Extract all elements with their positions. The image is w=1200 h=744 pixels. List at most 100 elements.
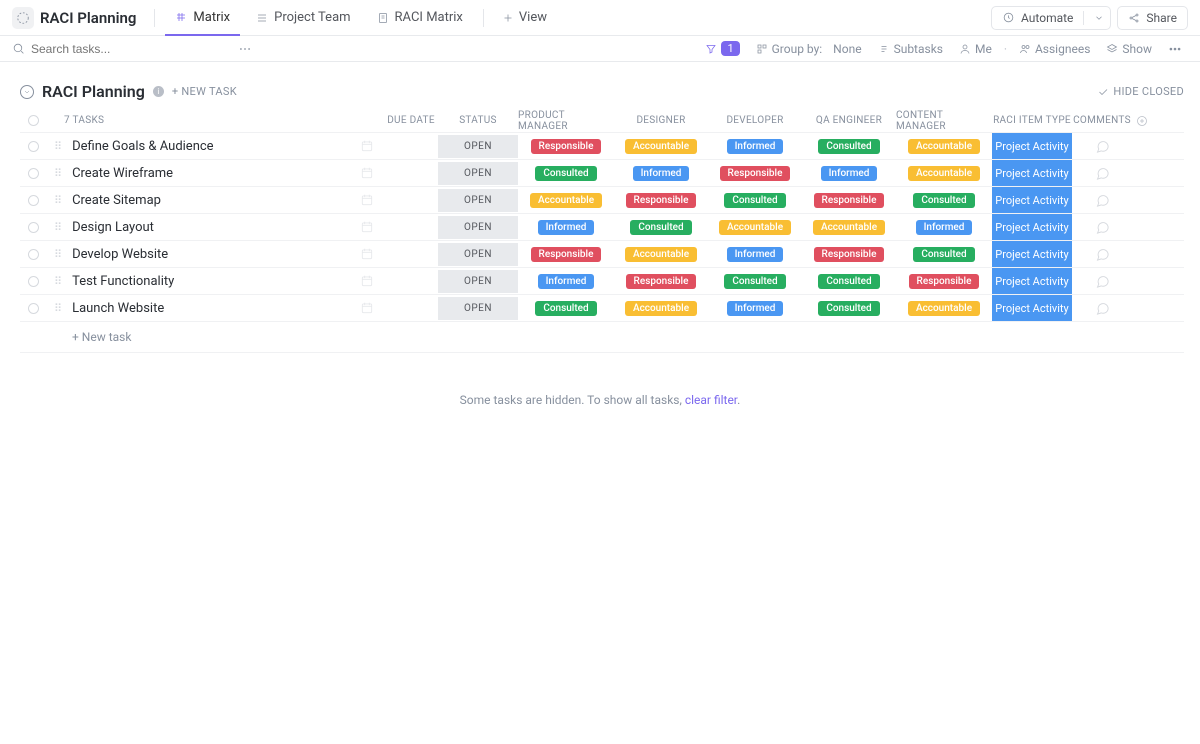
calendar-icon[interactable] <box>360 247 374 261</box>
role-cell[interactable]: Consulted <box>614 220 708 235</box>
type-cell[interactable]: Project Activity <box>992 214 1072 240</box>
role-cell[interactable]: Accountable <box>614 139 708 154</box>
show-toggle[interactable]: Show <box>1100 40 1158 58</box>
calendar-icon[interactable] <box>360 220 374 234</box>
task-name-cell[interactable]: ⠿ Develop Website <box>46 247 384 262</box>
drag-handle[interactable]: ⠿ <box>54 221 62 234</box>
subtasks-toggle[interactable]: Subtasks <box>872 40 949 58</box>
assignees-filter[interactable]: Assignees <box>1013 40 1096 58</box>
status-cell[interactable]: OPEN <box>438 162 518 185</box>
calendar-icon[interactable] <box>360 274 374 288</box>
new-task-row[interactable]: + New task <box>20 322 1184 353</box>
role-cell[interactable]: Accountable <box>802 220 896 235</box>
comments-cell[interactable] <box>1072 301 1132 316</box>
comments-cell[interactable] <box>1072 193 1132 208</box>
role-cell[interactable]: Accountable <box>896 301 992 316</box>
role-cell[interactable]: Accountable <box>614 247 708 262</box>
select-all[interactable] <box>20 115 46 126</box>
collapse-section[interactable] <box>20 85 34 99</box>
task-name-cell[interactable]: ⠿ Launch Website <box>46 301 384 316</box>
col-due-header[interactable]: Due date <box>384 115 438 126</box>
calendar-icon[interactable] <box>360 139 374 153</box>
role-cell[interactable]: Accountable <box>896 166 992 181</box>
role-cell[interactable]: Informed <box>802 166 896 181</box>
status-cell[interactable]: OPEN <box>438 243 518 266</box>
tab-project-team[interactable]: Project Team <box>246 0 360 36</box>
col-type-header[interactable]: RACI Item Type <box>992 109 1072 132</box>
role-cell[interactable]: Responsible <box>518 247 614 262</box>
role-cell[interactable]: Informed <box>708 247 802 262</box>
type-cell[interactable]: Project Activity <box>992 268 1072 294</box>
role-cell[interactable]: Consulted <box>708 193 802 208</box>
role-cell[interactable]: Consulted <box>896 193 992 208</box>
calendar-icon[interactable] <box>360 301 374 315</box>
row-check[interactable] <box>20 249 46 260</box>
col-comments-header[interactable]: Comments <box>1072 115 1132 126</box>
task-name-cell[interactable]: ⠿ Design Layout <box>46 220 384 235</box>
role-cell[interactable]: Accountable <box>896 139 992 154</box>
more-options[interactable] <box>1162 40 1188 58</box>
role-cell[interactable]: Responsible <box>708 166 802 181</box>
role-cell[interactable]: Consulted <box>802 139 896 154</box>
calendar-icon[interactable] <box>360 166 374 180</box>
section-new-task[interactable]: + New task <box>172 85 237 98</box>
col-qa-header[interactable]: QA Engineer <box>802 115 896 126</box>
role-cell[interactable]: Responsible <box>896 274 992 289</box>
clear-filter-link[interactable]: clear filter <box>685 393 737 407</box>
role-cell[interactable]: Responsible <box>518 139 614 154</box>
role-cell[interactable]: Informed <box>708 139 802 154</box>
filter-count[interactable]: 1 <box>699 39 745 58</box>
role-cell[interactable]: Accountable <box>518 193 614 208</box>
row-check[interactable] <box>20 303 46 314</box>
role-cell[interactable]: Responsible <box>802 247 896 262</box>
status-cell[interactable]: OPEN <box>438 135 518 158</box>
row-check[interactable] <box>20 276 46 287</box>
search-input[interactable] <box>31 42 232 56</box>
col-pm-header[interactable]: Product Manager <box>518 110 614 132</box>
drag-handle[interactable]: ⠿ <box>54 167 62 180</box>
role-cell[interactable]: Responsible <box>614 274 708 289</box>
role-cell[interactable]: Consulted <box>708 274 802 289</box>
row-check[interactable] <box>20 195 46 206</box>
role-cell[interactable]: Consulted <box>896 247 992 262</box>
role-cell[interactable]: Consulted <box>802 301 896 316</box>
drag-handle[interactable]: ⠿ <box>54 194 62 207</box>
role-cell[interactable]: Consulted <box>518 301 614 316</box>
status-cell[interactable]: OPEN <box>438 297 518 320</box>
comments-cell[interactable] <box>1072 220 1132 235</box>
group-by[interactable]: Group by: None <box>750 40 868 58</box>
calendar-icon[interactable] <box>360 193 374 207</box>
role-cell[interactable]: Responsible <box>802 193 896 208</box>
comments-cell[interactable] <box>1072 139 1132 154</box>
share-button[interactable]: Share <box>1117 6 1188 30</box>
task-name-cell[interactable]: ⠿ Define Goals & Audience <box>46 139 384 154</box>
task-name-cell[interactable]: ⠿ Create Sitemap <box>46 193 384 208</box>
role-cell[interactable]: Informed <box>896 220 992 235</box>
role-cell[interactable]: Accountable <box>708 220 802 235</box>
col-designer-header[interactable]: Designer <box>614 115 708 126</box>
row-check[interactable] <box>20 222 46 233</box>
me-filter[interactable]: Me <box>953 40 998 58</box>
role-cell[interactable]: Informed <box>518 274 614 289</box>
task-name-cell[interactable]: ⠿ Test Functionality <box>46 274 384 289</box>
status-cell[interactable]: OPEN <box>438 216 518 239</box>
col-developer-header[interactable]: Developer <box>708 115 802 126</box>
automate-button[interactable]: Automate <box>991 6 1111 30</box>
row-check[interactable] <box>20 141 46 152</box>
type-cell[interactable]: Project Activity <box>992 187 1072 213</box>
row-check[interactable] <box>20 168 46 179</box>
type-cell[interactable]: Project Activity <box>992 295 1072 321</box>
status-cell[interactable]: OPEN <box>438 189 518 212</box>
comments-cell[interactable] <box>1072 166 1132 181</box>
add-view-button[interactable]: View <box>494 6 555 29</box>
role-cell[interactable]: Informed <box>614 166 708 181</box>
more-icon[interactable] <box>238 42 252 56</box>
type-cell[interactable]: Project Activity <box>992 241 1072 267</box>
tab-matrix[interactable]: Matrix <box>165 0 240 36</box>
col-cm-header[interactable]: Content Manager <box>896 110 992 132</box>
add-column[interactable] <box>1132 115 1152 127</box>
type-cell[interactable]: Project Activity <box>992 160 1072 186</box>
info-icon[interactable]: i <box>153 86 164 97</box>
drag-handle[interactable]: ⠿ <box>54 140 62 153</box>
task-name-cell[interactable]: ⠿ Create Wireframe <box>46 166 384 181</box>
